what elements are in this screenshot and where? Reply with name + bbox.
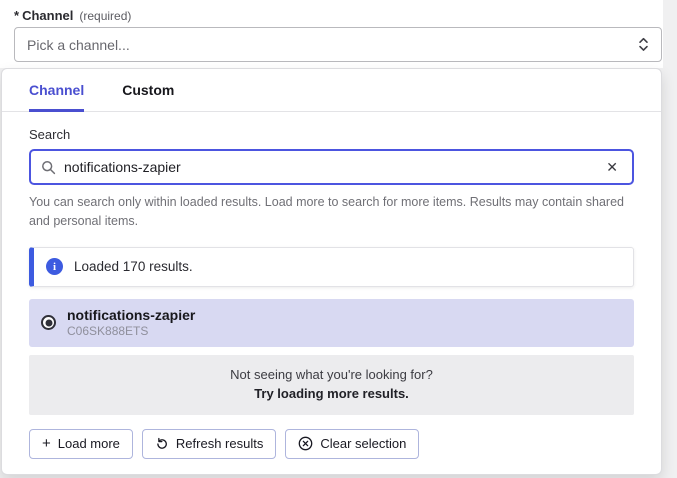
chevron-updown-icon [638,36,649,53]
dropdown-actions: + Load more Refresh results Clear select… [29,429,634,459]
prompt-question: Not seeing what you're looking for? [39,367,624,382]
field-label: *Channel (required) [14,8,131,23]
search-help-text: You can search only within loaded result… [2,193,661,232]
radio-selected-icon[interactable] [41,315,56,330]
result-name: notifications-zapier [67,306,195,324]
clear-selection-button[interactable]: Clear selection [285,429,419,459]
search-icon [41,160,56,175]
channel-select[interactable]: Pick a channel... [14,27,662,62]
result-id: C06SK888ETS [67,324,195,340]
alert-text: Loaded 170 results. [74,259,193,274]
load-more-label: Load more [58,436,120,451]
required-note: (required) [79,9,131,23]
plus-icon: + [42,436,51,451]
tab-custom[interactable]: Custom [122,82,174,112]
required-star: * [14,8,19,23]
field-label-text: *Channel [14,8,73,23]
search-box: ✕ [29,149,634,185]
info-icon: i [46,258,63,275]
loaded-results-alert: i Loaded 170 results. [29,247,634,287]
search-section: Search ✕ [2,112,661,185]
tab-channel[interactable]: Channel [29,82,84,112]
search-label: Search [29,127,634,142]
select-placeholder: Pick a channel... [27,37,130,53]
dropdown-tabs: Channel Custom [2,69,661,112]
field-label-channel: Channel [22,8,73,23]
channel-dropdown: Channel Custom Search ✕ You can search o… [1,68,662,475]
clear-selection-label: Clear selection [320,436,406,451]
prompt-suggestion: Try loading more results. [39,386,624,401]
load-more-button[interactable]: + Load more [29,429,133,459]
refresh-results-button[interactable]: Refresh results [142,429,276,459]
load-more-prompt: Not seeing what you're looking for? Try … [29,355,634,415]
refresh-results-label: Refresh results [176,436,263,451]
result-text: notifications-zapier C06SK888ETS [67,306,195,340]
clear-search-icon[interactable]: ✕ [602,158,622,176]
channel-field: *Channel (required) Pick a channel... [0,0,663,68]
result-item-notifications-zapier[interactable]: notifications-zapier C06SK888ETS [29,299,634,347]
refresh-icon [155,437,169,451]
circle-x-icon [298,436,313,451]
search-input[interactable] [64,159,594,175]
